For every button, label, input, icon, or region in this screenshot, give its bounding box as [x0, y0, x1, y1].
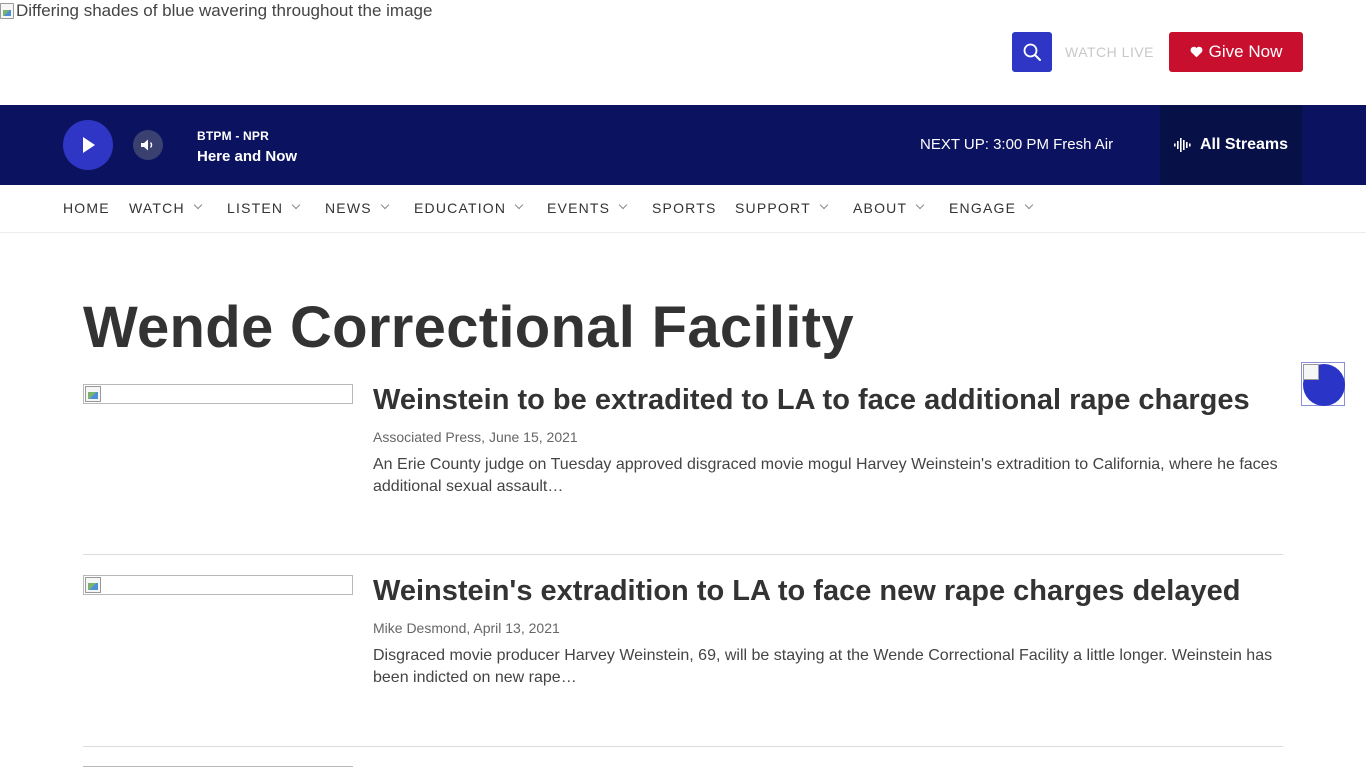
article-title[interactable]: Weinstein to be extradited to LA to face…: [373, 384, 1250, 417]
chevron-down-icon: [514, 200, 524, 210]
audio-wave-icon: [1173, 138, 1191, 152]
nav-label: EDUCATION: [414, 200, 507, 216]
nav-label: NEWS: [325, 200, 372, 216]
article-teaser: An Erie County judge on Tuesday approved…: [373, 456, 1278, 495]
article-thumbnail[interactable]: [83, 575, 353, 595]
station-name: BTPM - NPR: [197, 129, 269, 143]
article-title[interactable]: Weinstein's extradition to LA to face ne…: [373, 575, 1240, 608]
nav-item-education[interactable]: EDUCATION: [414, 200, 524, 216]
give-now-label: Give Now: [1208, 42, 1283, 61]
chevron-down-icon: [819, 200, 829, 210]
broken-image-icon: [0, 3, 14, 19]
search-button[interactable]: [1012, 32, 1052, 72]
play-icon: [83, 137, 95, 153]
broken-image-icon: [85, 386, 101, 402]
nav-item-engage[interactable]: ENGAGE: [949, 200, 1034, 216]
nav-label: EVENTS: [547, 200, 611, 216]
site-header: Differing shades of blue wavering throug…: [0, 0, 1366, 105]
nav-item-support[interactable]: SUPPORT: [735, 200, 829, 216]
next-up-text: NEXT UP: 3:00 PM Fresh Air: [920, 136, 1114, 153]
heart-icon: [1190, 46, 1203, 58]
nav-label: HOME: [63, 200, 110, 216]
broken-image-icon: [85, 577, 101, 593]
play-button[interactable]: [63, 120, 113, 170]
chevron-down-icon: [618, 200, 628, 210]
chevron-down-icon: [380, 200, 390, 210]
chevron-down-icon: [1024, 200, 1034, 210]
site-logo[interactable]: Differing shades of blue wavering throug…: [0, 1, 432, 21]
nav-item-sports[interactable]: SPORTS: [652, 200, 717, 216]
nav-item-events[interactable]: EVENTS: [547, 200, 628, 216]
nav-label: LISTEN: [227, 200, 284, 216]
article-thumbnail-edge: [83, 766, 353, 767]
main-nav: HOME WATCH LISTEN NEWS EDUCATION EVENTS …: [0, 185, 1366, 233]
all-streams-label: All Streams: [1199, 136, 1289, 153]
give-now-button[interactable]: Give Now: [1169, 32, 1303, 72]
program-name: Here and Now: [197, 148, 298, 165]
nav-label: ABOUT: [853, 200, 908, 216]
nav-item-news[interactable]: NEWS: [325, 200, 390, 216]
nav-item-listen[interactable]: LISTEN: [227, 200, 301, 216]
nav-item-about[interactable]: ABOUT: [853, 200, 925, 216]
watch-live-link[interactable]: WATCH LIVE: [1065, 44, 1154, 60]
search-icon: [1023, 43, 1041, 61]
nav-label: WATCH: [129, 200, 185, 216]
volume-button[interactable]: [133, 130, 163, 160]
chevron-down-icon: [291, 200, 301, 210]
nav-label: ENGAGE: [949, 200, 1017, 216]
volume-icon: [141, 139, 153, 151]
article-divider: [83, 554, 1283, 555]
chevron-down-icon: [193, 200, 203, 210]
all-streams-button[interactable]: All Streams: [1160, 105, 1302, 185]
article-teaser: Disgraced movie producer Harvey Weinstei…: [373, 647, 1273, 686]
now-playing: BTPM - NPR Here and Now: [197, 129, 297, 165]
article-divider: [83, 746, 1283, 747]
page-title: Wende Correctional Facility: [83, 295, 854, 360]
nav-label: SUPPORT: [735, 200, 811, 216]
logo-alt-text: Differing shades of blue wavering throug…: [16, 1, 433, 20]
article-thumbnail[interactable]: [83, 384, 353, 404]
broken-image-icon: [1303, 364, 1319, 380]
article-byline: Mike Desmond, April 13, 2021: [373, 620, 560, 636]
nav-item-watch[interactable]: WATCH: [129, 200, 203, 216]
chevron-down-icon: [915, 200, 925, 210]
article-byline: Associated Press, June 15, 2021: [373, 429, 578, 445]
nav-item-home[interactable]: HOME: [63, 200, 110, 216]
audio-player-bar: BTPM - NPR Here and Now NEXT UP: 3:00 PM…: [0, 105, 1366, 185]
nav-label: SPORTS: [652, 200, 717, 216]
accessibility-widget-button[interactable]: [1301, 362, 1345, 406]
